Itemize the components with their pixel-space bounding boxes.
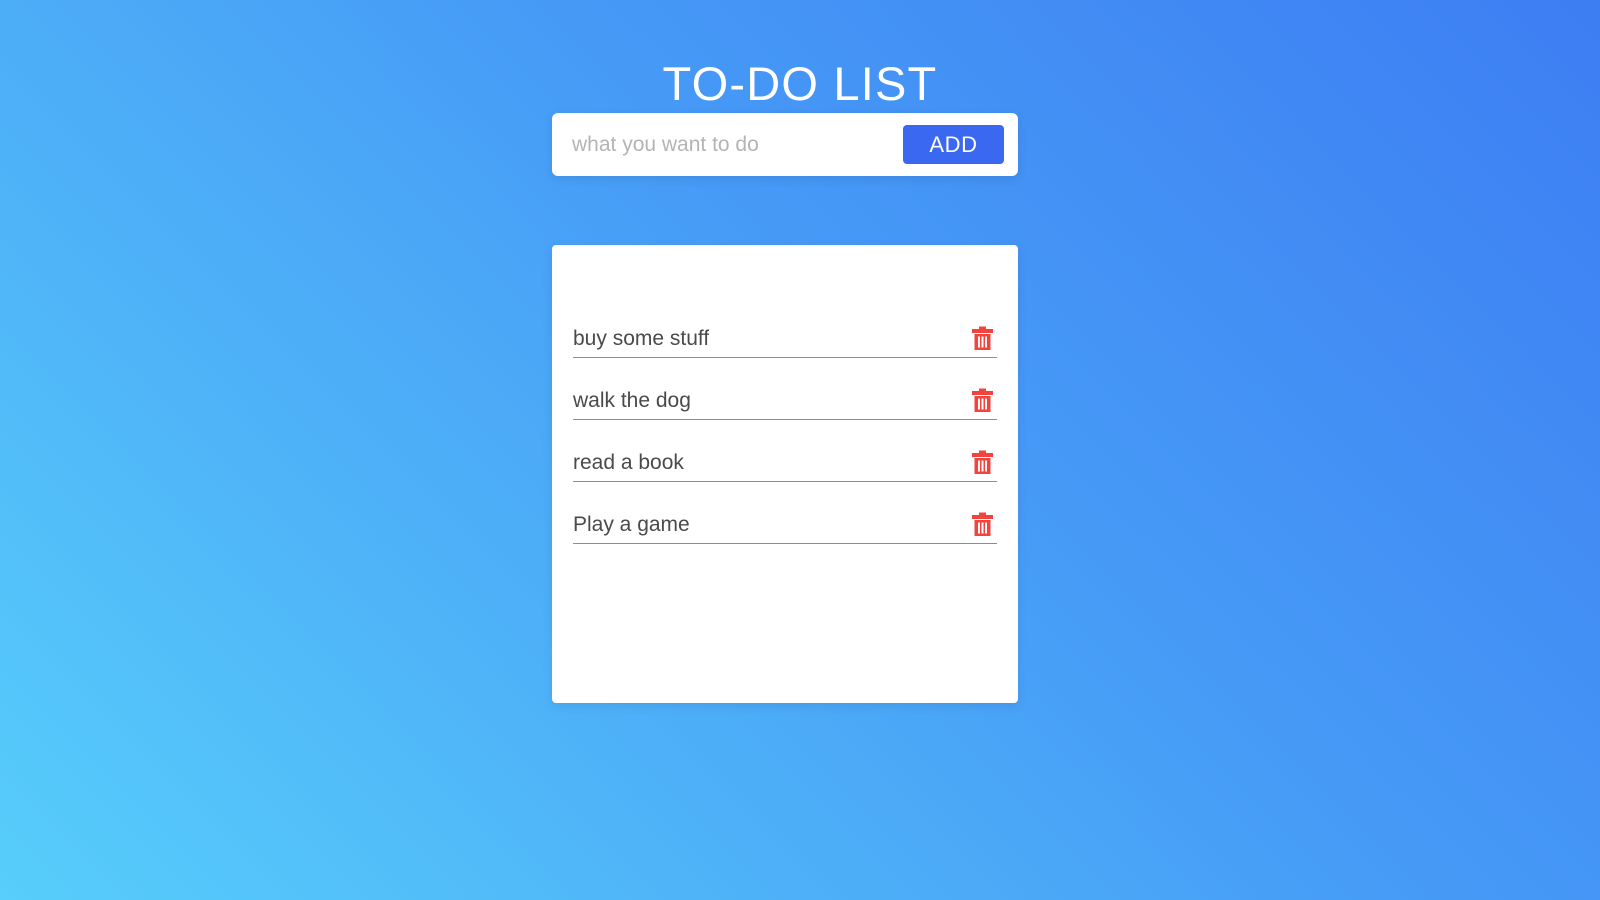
compose-card: ADD — [552, 113, 1018, 176]
trash-icon[interactable] — [971, 388, 994, 413]
todo-list-card: buy some stuff walk the dog read a book … — [552, 245, 1018, 703]
new-todo-input[interactable] — [572, 113, 902, 176]
list-item[interactable]: Play a game — [573, 486, 997, 544]
trash-icon[interactable] — [971, 450, 994, 475]
list-item[interactable]: read a book — [573, 424, 997, 482]
page-title: TO-DO LIST — [662, 57, 938, 111]
add-button[interactable]: ADD — [903, 125, 1004, 164]
todo-item-label: walk the dog — [573, 389, 691, 412]
todo-list: buy some stuff walk the dog read a book … — [552, 245, 1018, 544]
trash-icon[interactable] — [971, 512, 994, 537]
todo-item-label: read a book — [573, 451, 684, 474]
list-item[interactable]: buy some stuff — [573, 300, 997, 358]
todo-item-label: Play a game — [573, 513, 690, 536]
trash-icon[interactable] — [971, 326, 994, 351]
list-item[interactable]: walk the dog — [573, 362, 997, 420]
todo-item-label: buy some stuff — [573, 327, 710, 350]
